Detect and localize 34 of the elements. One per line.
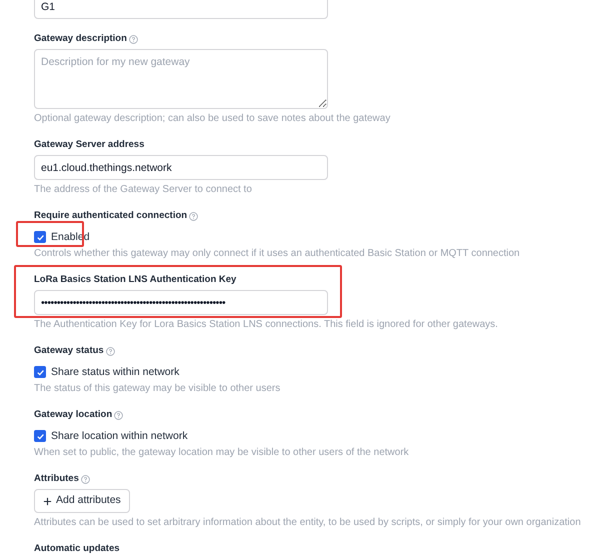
checkbox-label[interactable]: Share location within network bbox=[51, 430, 188, 442]
field-label: Attributes bbox=[34, 473, 79, 485]
field-label: Gateway status bbox=[34, 345, 104, 357]
field-label: Require authenticated connection bbox=[34, 210, 188, 222]
help-text: The status of this gateway may be visible to other users bbox=[34, 383, 282, 395]
checkbox-label[interactable]: Share status within network bbox=[51, 366, 180, 378]
field-label: Gateway location bbox=[34, 409, 112, 421]
check-icon bbox=[36, 232, 44, 242]
plus-icon bbox=[43, 496, 52, 506]
help-text: Attributes can be used to set arbitrary information about the entity, to be used by scripts, or simply for your own organization bbox=[34, 517, 582, 529]
help-text: When set to public, the gateway location may be visible to other users of the network bbox=[34, 447, 410, 459]
description-field[interactable]: Description for my new gateway bbox=[34, 49, 328, 109]
password-field[interactable]: •••••••••••••••••••••••••••••••••••••••••••••••••••••••••• bbox=[34, 290, 328, 315]
checkbox[interactable] bbox=[34, 366, 46, 378]
checkbox[interactable] bbox=[34, 231, 46, 243]
help-icon[interactable] bbox=[128, 34, 138, 44]
field-label: Automatic updates bbox=[34, 543, 120, 555]
help-icon[interactable] bbox=[189, 212, 198, 220]
check-icon bbox=[36, 432, 44, 440]
help-text: Controls whether this gateway may only connect if it uses an authenticated Basic Station or MQTT connection bbox=[34, 248, 521, 260]
field-label: LoRa Basics Station LNS Authentication Key bbox=[34, 274, 236, 286]
help-text: The address of the Gateway Server to connect to bbox=[34, 184, 253, 196]
checkbox[interactable] bbox=[34, 430, 46, 442]
help-icon[interactable] bbox=[114, 410, 124, 420]
field-label: Gateway Server address bbox=[34, 139, 144, 151]
check-icon bbox=[36, 368, 44, 376]
help-text: The Authentication Key for Lora Basics Station LNS connections. This field is ignored for other gateways. bbox=[34, 319, 499, 331]
text-field[interactable]: eu1.cloud.thethings.network bbox=[34, 155, 328, 180]
help-icon[interactable] bbox=[106, 346, 115, 356]
help-icon[interactable] bbox=[80, 474, 90, 484]
help-text: Optional gateway description; can also be used to save notes about the gateway bbox=[34, 113, 392, 125]
add-attributes-button[interactable]: Add attributes bbox=[34, 489, 130, 513]
field-label: Gateway description bbox=[34, 33, 127, 45]
text-field[interactable]: G1 bbox=[34, 0, 328, 19]
